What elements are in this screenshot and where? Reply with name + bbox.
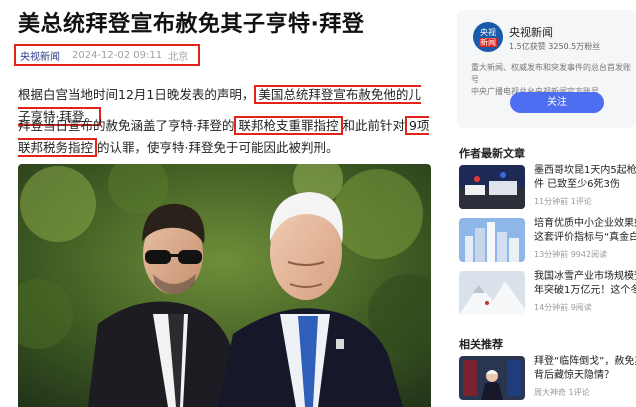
author-name[interactable]: 央视新闻 [509,24,553,40]
news-title-line: 培育优质中小企业效果如何 [534,218,636,229]
sidebar: 央视 新闻 央视新闻 1.5亿获赞 3250.5万粉丝 重大新闻、权威发布和突发… [457,10,636,407]
news-thumbnail[interactable] [459,165,525,209]
article-date: 2024-12-02 09:11 [72,49,163,61]
news-title-line: 背后藏惊天隐情？ [534,370,614,381]
article: 美总统拜登宣布赦免其子亨特·拜登 央视新闻 2024-12-02 09:11 北… [0,0,440,407]
avatar-text: 新闻 [479,38,497,47]
latest-articles-title: 作者最新文章 [459,147,525,160]
news-title-line: 年突破1万亿元！这个冬 [534,285,636,296]
paragraph-text: 和此前针对 [342,118,406,133]
related-title: 相关推荐 [459,338,503,351]
article-location: 北京 [168,51,189,63]
news-title-line: 我国冰雪产业市场规模预计 [534,271,636,282]
paragraph-text: 拜登当日宣布的赦免涵盖了亨特·拜登的 [18,118,235,133]
news-title[interactable]: 我国冰雪产业市场规模预计 年突破1万亿元！这个冬 [534,270,636,298]
highlighted-text: 联邦枪支重罪指控 [234,116,343,135]
news-title-line: 墨西哥坎昆1天内5起枪击 [534,165,636,176]
article-paragraph-2: 拜登当日宣布的赦免涵盖了亨特·拜登的 联邦枪支重罪指控 和此前针对 9项联邦税务指控的… [18,115,433,159]
news-meta: 11分钟前 1评论 [534,197,592,206]
article-title: 美总统拜登宣布赦免其子亨特·拜登 [18,12,365,37]
paragraph-text: 的认罪，使亨特·拜登免于可能因此被判刑。 [97,140,339,155]
news-title[interactable]: 墨西哥坎昆1天内5起枪击 件 已致至少6死3伤 [534,164,636,192]
author-description-line: 重大新闻、权威发布和突发事件的总台首发账号 [471,63,631,84]
latest-article-item[interactable]: 墨西哥坎昆1天内5起枪击 件 已致至少6死3伤 11分钟前 1评论 [459,165,636,211]
author-card: 央视 新闻 央视新闻 1.5亿获赞 3250.5万粉丝 重大新闻、权威发布和突发… [457,10,636,128]
avatar-text: 央视 [480,28,496,37]
news-thumbnail[interactable] [459,271,525,315]
news-title-line: 拜登“临阵倒戈”，赦免其子 [534,356,636,367]
article-meta: 央视新闻 2024-12-02 09:11 北京 [14,44,201,66]
news-thumbnail[interactable] [459,356,525,400]
news-meta: 13分钟前 9942阅读 [534,250,608,259]
news-title-line: 件 已致至少6死3伤 [534,179,620,190]
news-title-line: 这套评价指标与“真金白 [534,232,636,243]
follow-button[interactable]: 关注 [510,92,604,113]
paragraph-text: 根据白宫当地时间12月1日晚发表的声明， [18,87,255,102]
related-article-item[interactable]: 拜登“临阵倒戈”，赦免其子 背后藏惊天隐情？ 周大神奇 1评论 [459,356,636,402]
news-title[interactable]: 拜登“临阵倒戈”，赦免其子 背后藏惊天隐情？ [534,355,636,383]
article-photo [18,164,431,407]
article-source[interactable]: 央视新闻 [20,48,60,63]
news-meta: 周大神奇 1评论 [534,388,590,397]
author-stats: 1.5亿获赞 3250.5万粉丝 [509,42,601,51]
author-avatar[interactable]: 央视 新闻 [473,22,503,52]
news-thumbnail[interactable] [459,218,525,262]
latest-article-item[interactable]: 培育优质中小企业效果如何 这套评价指标与“真金白 13分钟前 9942阅读 [459,218,636,264]
latest-article-item[interactable]: 我国冰雪产业市场规模预计 年突破1万亿元！这个冬 14分钟前 9阅读 [459,271,636,317]
news-title[interactable]: 培育优质中小企业效果如何 这套评价指标与“真金白 [534,217,636,245]
news-meta: 14分钟前 9阅读 [534,303,592,312]
